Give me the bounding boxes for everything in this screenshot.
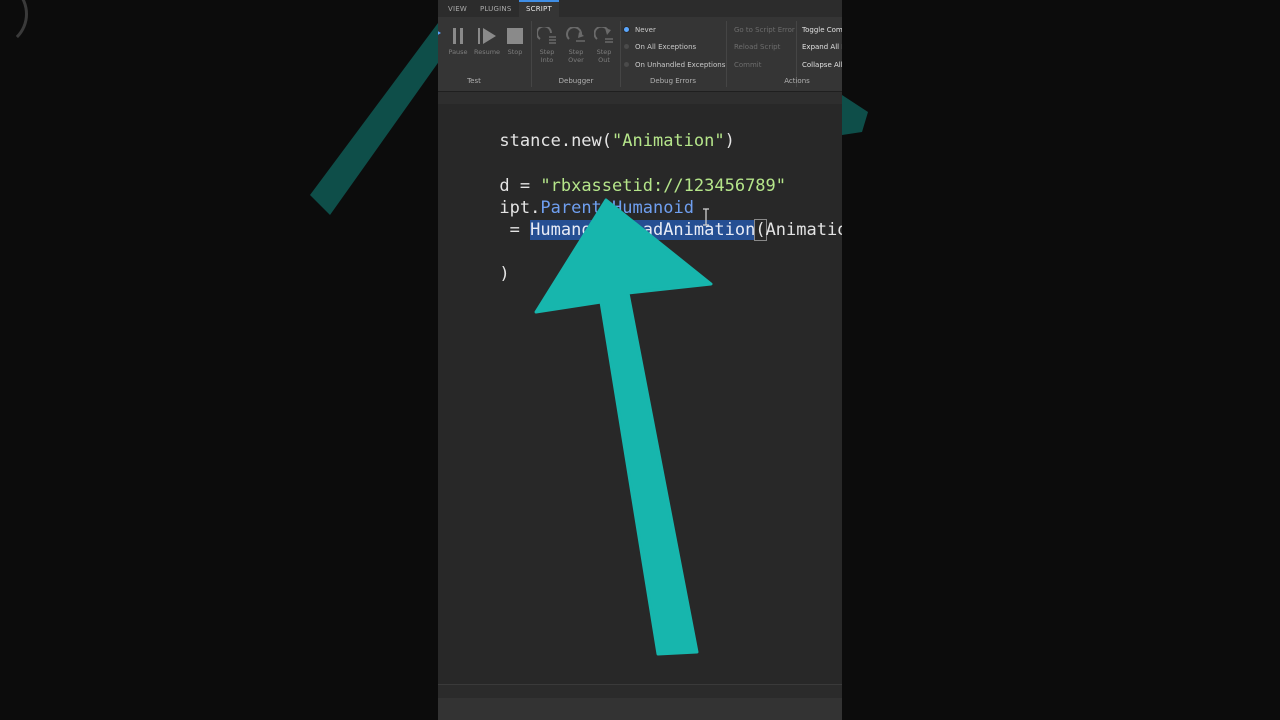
resume-icon	[478, 28, 496, 44]
step-out-icon	[594, 27, 613, 43]
step-over-label-2: Over	[568, 56, 584, 64]
step-out-button[interactable]: Step Out	[593, 27, 615, 64]
tab-view[interactable]: VIEW	[448, 0, 467, 17]
resume-button[interactable]: Resume	[472, 27, 502, 56]
radio-unhandled-label: On Unhandled Exceptions	[635, 61, 726, 69]
code-line-3: ipt.Parent.Humanoid	[438, 175, 694, 218]
step-into-button[interactable]: Step Into	[536, 27, 558, 64]
radio-never[interactable]: Never	[624, 26, 656, 34]
studio-window: VIEW PLUGINS SCRIPT Pause Resume Stop Te…	[438, 0, 842, 720]
separator	[620, 21, 621, 87]
code-token: stance.new(	[499, 131, 613, 151]
text-cursor-icon	[703, 208, 709, 226]
radio-unselected-icon	[624, 61, 629, 67]
go-to-script-error-button[interactable]: Go to Script Error	[734, 26, 795, 34]
step-over-button[interactable]: Step Over	[565, 27, 587, 64]
pause-icon	[453, 28, 463, 44]
step-into-icon	[537, 27, 556, 44]
step-out-label-2: Out	[598, 56, 610, 64]
radio-on-all-exceptions[interactable]: On All Exceptions	[624, 43, 696, 51]
stop-label: Stop	[507, 48, 523, 56]
actions-group-label: Actions	[784, 77, 810, 85]
stop-icon	[507, 28, 523, 44]
step-over-icon	[566, 27, 585, 42]
code-string: "Animation"	[612, 131, 725, 151]
ribbon-panel: Pause Resume Stop Test Step Into Step Ov…	[438, 17, 842, 92]
code-selection: Humanoid:LoadAnimation	[530, 220, 756, 240]
pause-button[interactable]: Pause	[447, 27, 469, 56]
radio-unselected-icon	[624, 43, 629, 49]
step-into-label-2: Into	[540, 56, 554, 64]
reload-script-button[interactable]: Reload Script	[734, 43, 780, 51]
expand-all-button[interactable]: Expand All F	[802, 43, 842, 51]
collapse-all-button[interactable]: Collapse All	[802, 61, 842, 69]
code-token: )	[499, 264, 510, 284]
pause-label: Pause	[448, 48, 468, 56]
stop-button[interactable]: Stop	[504, 27, 526, 56]
radio-all-label: On All Exceptions	[635, 43, 697, 51]
radio-never-label: Never	[635, 26, 656, 34]
code-line-2: d = "rbxassetid://123456789"	[438, 153, 786, 196]
debug-errors-group-label: Debug Errors	[650, 77, 696, 85]
code-line-5: )	[438, 241, 509, 284]
tab-script[interactable]: SCRIPT	[519, 0, 559, 17]
commit-button[interactable]: Commit	[734, 61, 762, 69]
play-button[interactable]	[438, 27, 444, 42]
toggle-comment-button[interactable]: Toggle Com	[802, 26, 842, 34]
command-bar[interactable]	[438, 698, 842, 720]
ribbon-tabs: VIEW PLUGINS SCRIPT	[438, 0, 842, 17]
play-icon	[438, 31, 441, 35]
code-token: Animation	[765, 220, 842, 240]
code-token: =	[499, 220, 531, 240]
radio-on-unhandled-exceptions[interactable]: On Unhandled Exceptions	[624, 61, 725, 69]
radio-selected-icon	[624, 26, 629, 32]
step-over-label-1: Step	[568, 48, 584, 56]
code-editor[interactable]: stance.new("Animation") d = "rbxassetid:…	[438, 104, 842, 684]
step-into-label-1: Step	[539, 48, 555, 56]
separator	[531, 21, 532, 87]
code-token: )	[724, 131, 735, 151]
step-out-label-1: Step	[596, 48, 612, 56]
tab-plugins[interactable]: PLUGINS	[480, 0, 511, 17]
test-group-label: Test	[467, 77, 481, 85]
code-line-1: stance.new("Animation")	[438, 108, 734, 151]
editor-status-bar	[438, 684, 842, 699]
separator	[726, 21, 727, 87]
debugger-group-label: Debugger	[558, 77, 594, 85]
resume-label: Resume	[473, 48, 501, 56]
code-line-4: = Humanoid:LoadAnimation(Animation)	[438, 197, 842, 241]
